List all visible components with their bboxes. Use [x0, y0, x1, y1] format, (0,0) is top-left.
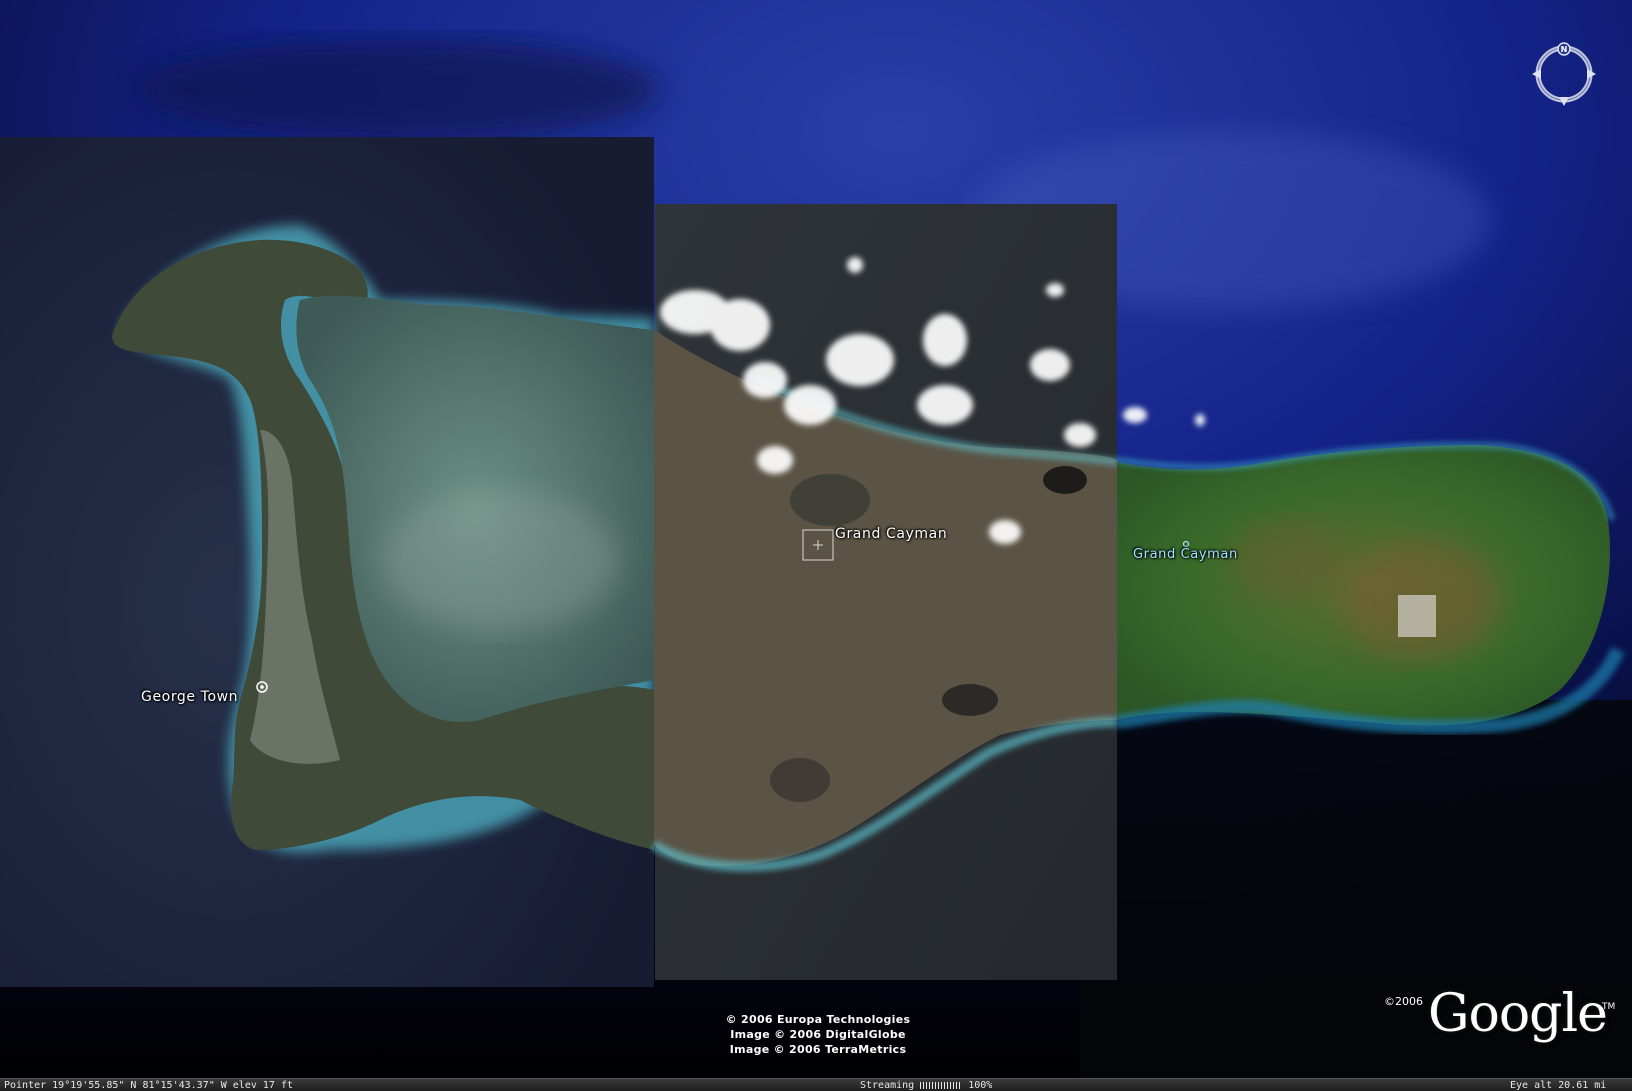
streaming-percent: 100% [968, 1080, 993, 1091]
compass-north-label: N [1561, 45, 1568, 54]
logo-copyright-year: ©2006 [1384, 995, 1423, 1008]
status-bar: Pointer 19°19'55.85" N 81°15'43.37" W el… [0, 1078, 1632, 1091]
george-town-label[interactable]: George Town [141, 689, 238, 705]
streaming-status: Streaming 100% [860, 1079, 992, 1091]
credit-line: Image © 2006 TerraMetrics [729, 1043, 907, 1056]
satellite-imagery[interactable] [0, 0, 1632, 1091]
eye-altitude: Eye alt 20.61 mi [1510, 1080, 1607, 1091]
google-logo: Google [1428, 984, 1608, 1044]
compass-icon[interactable]: N [1528, 38, 1600, 110]
credit-line: Image © 2006 DigitalGlobe [730, 1028, 906, 1041]
earth-viewport[interactable]: George Town Grand Cayman Grand Cayman N … [0, 0, 1632, 1091]
logo-trademark: TM [1602, 1002, 1616, 1012]
pointer-coordinates: Pointer 19°19'55.85" N 81°15'43.37" W el… [4, 1080, 293, 1091]
imagery-credits: © 2006 Europa Technologies Image © 2006 … [700, 1012, 936, 1057]
streaming-label: Streaming [860, 1080, 915, 1091]
grand-cayman-small-label[interactable]: Grand Cayman [1133, 547, 1238, 562]
credit-line: © 2006 Europa Technologies [725, 1013, 911, 1026]
grand-cayman-label[interactable]: Grand Cayman [835, 526, 947, 542]
streaming-progress-bar [920, 1081, 963, 1089]
